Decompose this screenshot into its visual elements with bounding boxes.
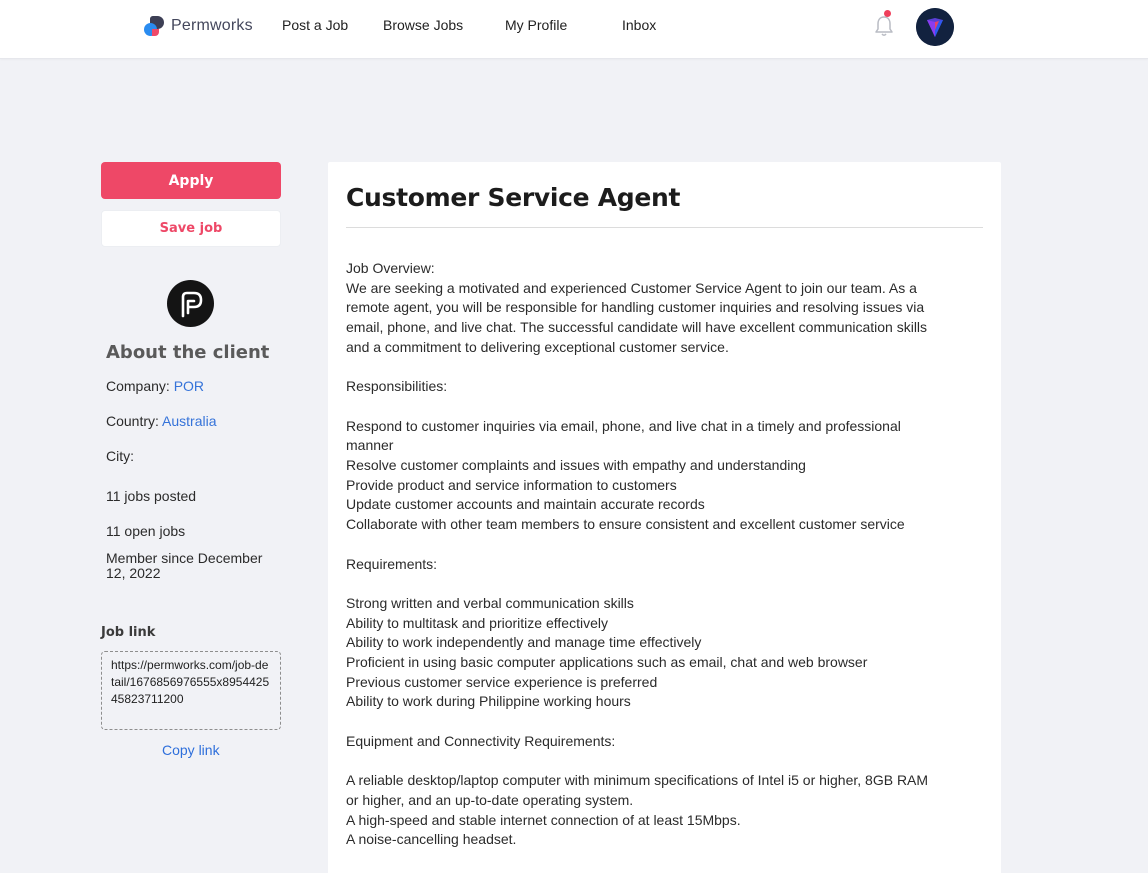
company-link[interactable]: POR bbox=[174, 378, 204, 394]
job-title: Customer Service Agent bbox=[346, 183, 681, 212]
nav-my-profile[interactable]: My Profile bbox=[505, 17, 567, 33]
description-line: or higher, and an up-to-date operating s… bbox=[346, 791, 634, 808]
description-line: Respond to customer inquiries via email,… bbox=[346, 417, 901, 434]
description-line: Collaborate with other team members to e… bbox=[346, 516, 905, 533]
description-line: and a commitment to delivering exception… bbox=[346, 338, 729, 355]
description-line bbox=[346, 752, 986, 772]
description-line bbox=[346, 397, 986, 417]
permworks-logo-icon bbox=[144, 15, 165, 37]
description-line: remote agent, you will be responsible fo… bbox=[346, 299, 925, 316]
apply-button[interactable]: Apply bbox=[101, 162, 281, 199]
brand-name: Permworks bbox=[171, 17, 253, 34]
country-link[interactable]: Australia bbox=[162, 413, 216, 429]
client-country: Country: Australia bbox=[106, 414, 217, 429]
job-link-label: Job link bbox=[101, 625, 156, 640]
jobs-posted: 11 jobs posted bbox=[106, 488, 197, 504]
nav-post-a-job[interactable]: Post a Job bbox=[282, 17, 348, 33]
user-avatar[interactable] bbox=[916, 8, 954, 46]
about-client-heading: About the client bbox=[106, 342, 270, 363]
description-line: Provide product and service information … bbox=[346, 476, 677, 493]
country-label: Country: bbox=[106, 413, 159, 429]
description-line: manner bbox=[346, 437, 394, 454]
description-line: Responsibilities: bbox=[346, 378, 448, 395]
description-line: Resolve customer complaints and issues w… bbox=[346, 457, 806, 473]
description-line bbox=[346, 712, 986, 732]
description-line: Strong written and verbal communication … bbox=[346, 594, 634, 611]
description-line: A noise-cancelling headset. bbox=[346, 831, 517, 848]
description-line: email, phone, and live chat. The success… bbox=[346, 319, 928, 336]
brand[interactable]: Permworks bbox=[144, 14, 253, 38]
member-since: Member since December 12, 2022 bbox=[106, 550, 263, 581]
open-jobs: 11 open jobs bbox=[106, 523, 186, 539]
bell-icon[interactable] bbox=[873, 14, 895, 38]
description-line: Ability to work independently and manage… bbox=[346, 634, 702, 651]
description-line bbox=[346, 535, 986, 555]
description-line: Ability to multitask and prioritize effe… bbox=[346, 614, 608, 631]
description-line: We are seeking a motivated and experienc… bbox=[346, 279, 917, 296]
job-link-box[interactable]: https://permworks.com/job-detail/1676856… bbox=[101, 651, 281, 730]
client-logo-icon bbox=[167, 280, 214, 327]
description-line: A high-speed and stable internet connect… bbox=[346, 811, 741, 828]
title-divider bbox=[346, 227, 983, 228]
company-label: Company: bbox=[106, 378, 170, 394]
description-line: Equipment and Connectivity Requirements: bbox=[346, 732, 616, 749]
description-line: Requirements: bbox=[346, 555, 438, 572]
job-detail-card: Customer Service Agent Job Overview: We a… bbox=[328, 162, 1001, 873]
nav-inbox[interactable]: Inbox bbox=[622, 17, 656, 33]
description-line: Update customer accounts and maintain ac… bbox=[346, 496, 705, 513]
description-line bbox=[346, 574, 986, 594]
client-city: City: bbox=[106, 449, 134, 464]
description-line: Proficient in using basic computer appli… bbox=[346, 654, 868, 670]
client-company: Company: POR bbox=[106, 379, 204, 394]
copy-link-button[interactable]: Copy link bbox=[162, 742, 220, 758]
avatar-image bbox=[916, 8, 954, 46]
job-description: Job Overview: We are seeking a motivated … bbox=[346, 259, 986, 850]
description-line: Previous customer service experience is … bbox=[346, 673, 658, 690]
description-line: A reliable desktop/laptop computer with … bbox=[346, 772, 929, 789]
description-line bbox=[346, 358, 986, 378]
top-navigation-bar: Permworks Post a Job Browse Jobs My Prof… bbox=[0, 0, 1148, 59]
description-line: Ability to work during Philippine workin… bbox=[346, 693, 631, 710]
nav-browse-jobs[interactable]: Browse Jobs bbox=[383, 17, 463, 33]
city-label: City: bbox=[106, 448, 134, 464]
save-job-button[interactable]: Save job bbox=[101, 210, 281, 247]
description-line: Job Overview: bbox=[346, 260, 435, 276]
notification-dot bbox=[884, 10, 891, 17]
